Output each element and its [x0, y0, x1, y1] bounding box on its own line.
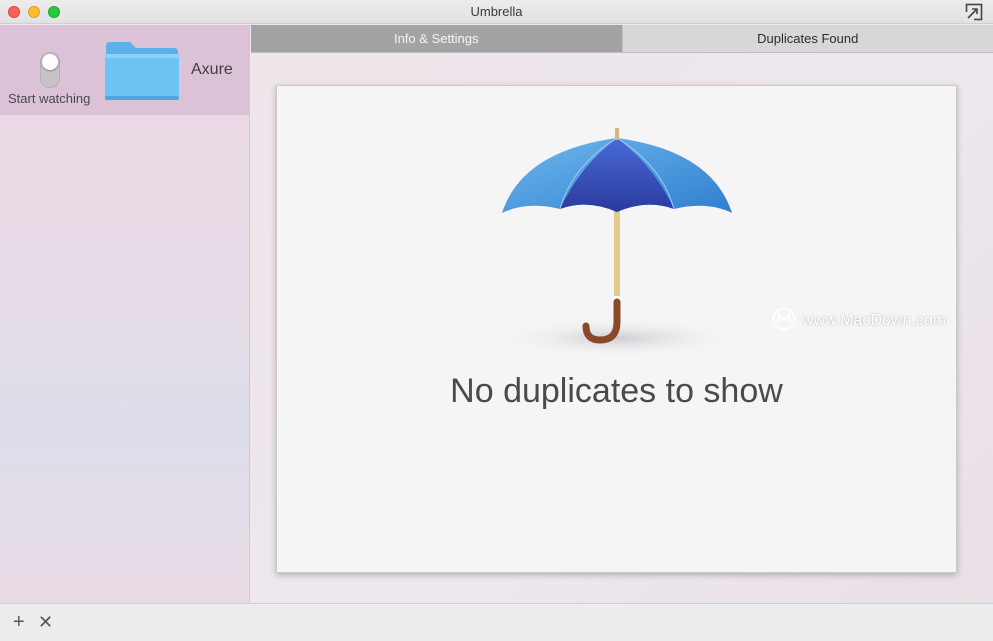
- umbrella-icon: [492, 128, 742, 358]
- start-watching-label: Start watching: [8, 91, 91, 106]
- folder-name: Axure: [191, 61, 233, 78]
- bottom-toolbar: + ✕: [0, 603, 993, 641]
- expand-icon[interactable]: [965, 3, 983, 21]
- remove-folder-button[interactable]: ✕: [38, 612, 53, 632]
- watermark-text: www.MacDown.com: [802, 312, 947, 329]
- watched-folder-row[interactable]: Start watching Axure: [0, 25, 250, 115]
- folder-icon: [105, 42, 179, 100]
- tab-duplicates-found[interactable]: Duplicates Found: [621, 25, 993, 53]
- add-folder-button[interactable]: +: [13, 612, 25, 632]
- tab-bar: Info & Settings Duplicates Found: [251, 25, 993, 53]
- start-watching-toggle[interactable]: [40, 52, 60, 88]
- title-bar: Umbrella: [0, 0, 993, 24]
- tab-info-settings[interactable]: Info & Settings: [251, 25, 622, 53]
- toggle-knob: [42, 54, 58, 70]
- window-title: Umbrella: [470, 4, 523, 19]
- sidebar: Start watching Axure: [0, 25, 250, 603]
- empty-state-message: No duplicates to show: [450, 372, 783, 410]
- watermark-logo-icon: [772, 307, 796, 331]
